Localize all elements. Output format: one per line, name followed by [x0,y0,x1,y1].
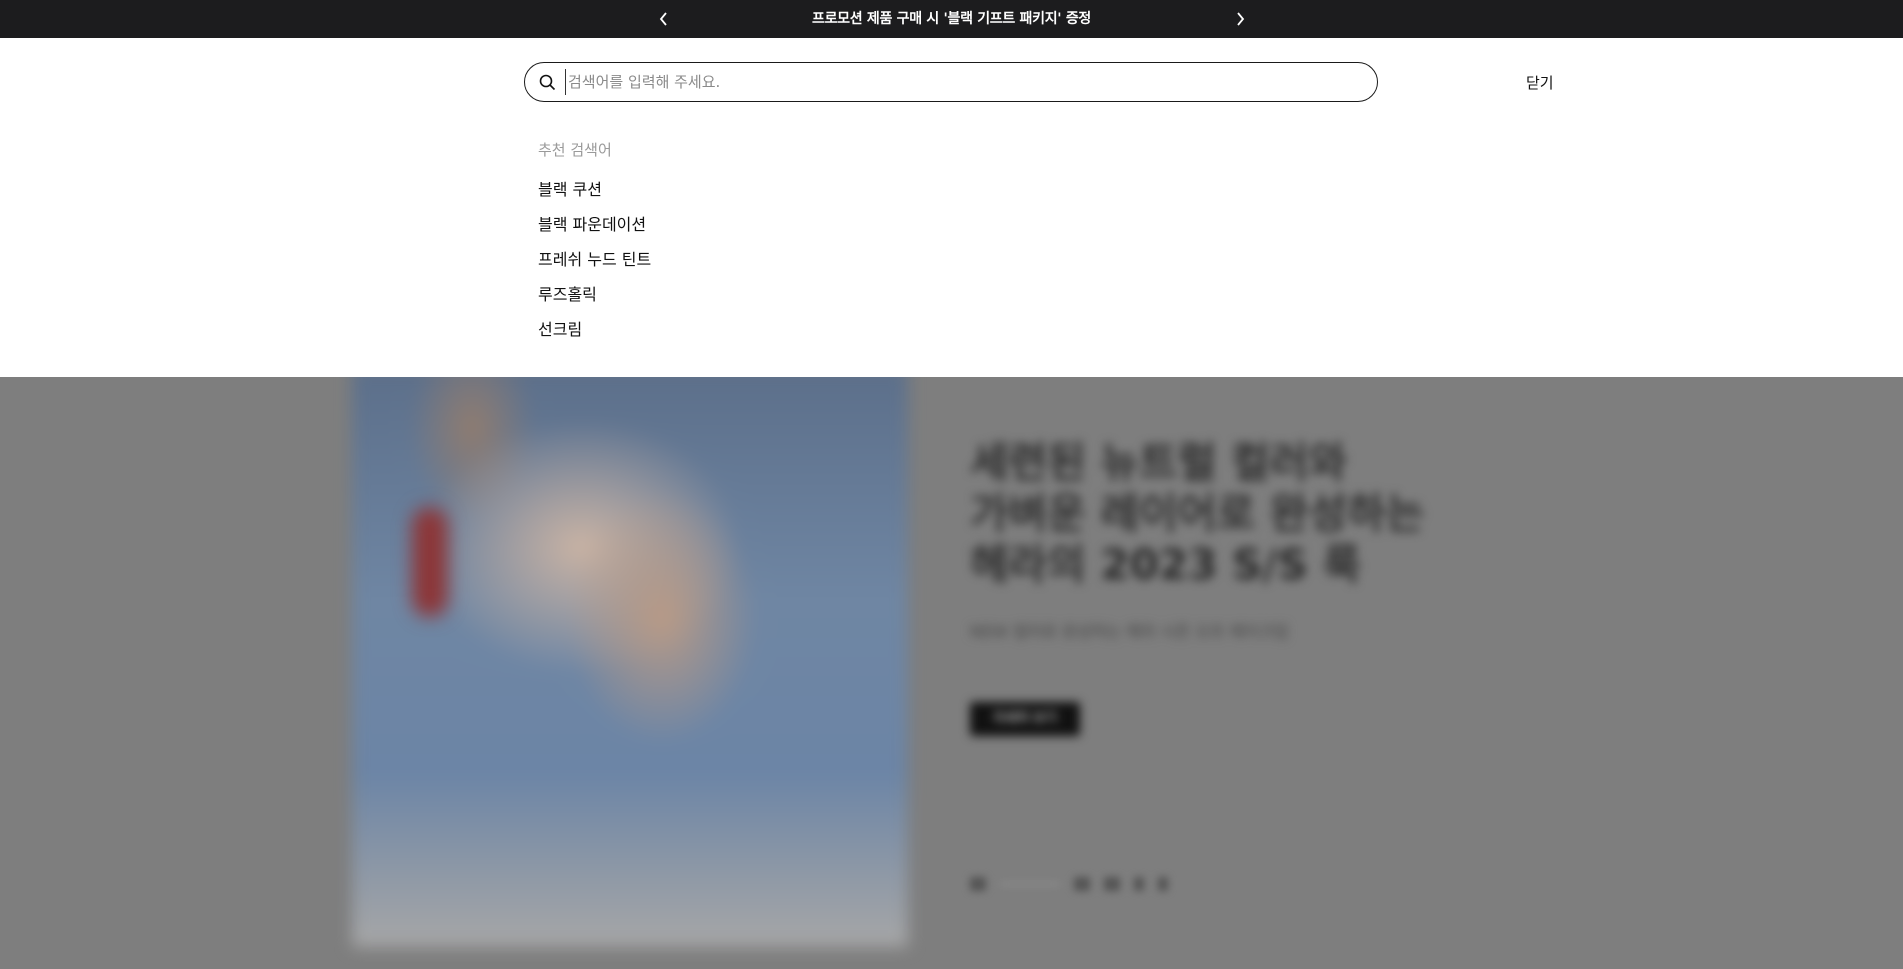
suggestion-item[interactable]: 블랙 파운데이션 [538,211,651,246]
search-input[interactable] [565,69,1358,95]
hero-image-detail [412,507,448,617]
suggestions-title: 추천 검색어 [538,141,612,159]
hero-title-line: 헤라의 2023 S/S 룩 [970,540,1362,589]
hero-text: 세련된 뉴트럴 컬러와 가벼운 레이어로 완성하는 헤라의 2023 S/S 룩… [970,437,1424,736]
suggestion-item[interactable]: 프레쉬 누드 틴트 [538,246,651,281]
suggestion-item[interactable]: 루즈홀릭 [538,281,651,316]
hero-pagination [970,877,1168,891]
pagination-dot [1074,877,1090,891]
search-icon [539,74,556,91]
pagination-dot [1134,877,1144,891]
hero-title-line: 가벼운 레이어로 완성하는 [970,489,1425,538]
hero-subtitle: NEW 컬러로 완성하는 헤라 시즌 오프 메이크업 [970,622,1289,641]
chevron-right-icon[interactable] [1230,9,1250,29]
pagination-dot [1158,877,1168,891]
promo-text[interactable]: 프로모션 제품 구매 시 '블랙 기프트 패키지' 증정 [0,0,1903,38]
pagination-dot [970,877,986,891]
search-box[interactable] [524,62,1378,102]
hero-detail-button: 자세히 보기 [970,702,1080,736]
promo-banner: 프로모션 제품 구매 시 '블랙 기프트 패키지' 증정 [0,0,1903,38]
suggestion-item[interactable]: 블랙 쿠션 [538,176,651,211]
close-button[interactable]: 닫기 [1526,72,1554,93]
search-panel: 닫기 추천 검색어 블랙 쿠션 블랙 파운데이션 프레쉬 누드 틴트 루즈홀릭 … [0,38,1903,377]
hero-title-line: 세련된 뉴트럴 컬러와 [970,438,1348,487]
suggestions-list: 블랙 쿠션 블랙 파운데이션 프레쉬 누드 틴트 루즈홀릭 선크림 [538,176,651,351]
pagination-dot [1104,877,1120,891]
pagination-dot [1000,883,1060,885]
suggestion-item[interactable]: 선크림 [538,316,651,351]
hero-section: 세련된 뉴트럴 컬러와 가벼운 레이어로 완성하는 헤라의 2023 S/S 룩… [0,377,1903,969]
hero-image [352,377,908,947]
